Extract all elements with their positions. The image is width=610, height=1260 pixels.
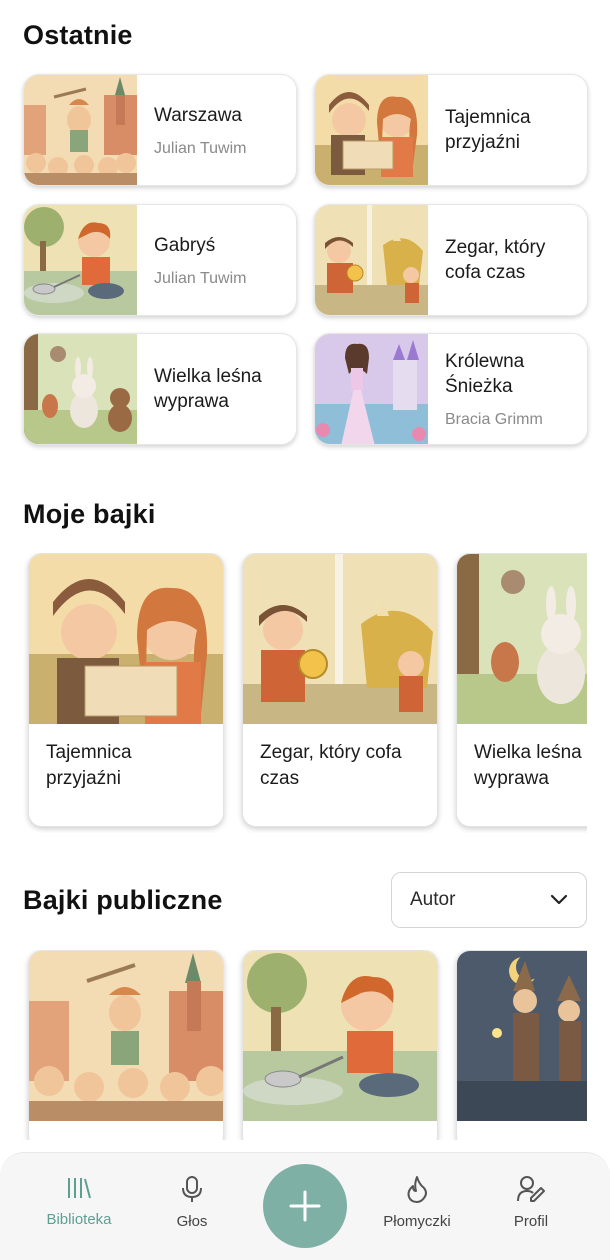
story-title: Zegar, który cofa czas xyxy=(260,742,402,789)
story-title: Warszawa xyxy=(154,104,242,126)
section-title-public: Bajki publiczne xyxy=(23,885,223,915)
my-stories-carousel[interactable]: Tajemnica przyjaźni Zegar, który cofa cz… xyxy=(0,553,587,833)
nav-voice-label: Głos xyxy=(176,1213,208,1230)
recent-card-wielka[interactable]: Wielka leśna wyprawa xyxy=(23,333,297,445)
section-title-recent: Ostatnie xyxy=(23,20,133,50)
cover-image xyxy=(315,75,428,185)
cover-image xyxy=(457,951,587,1121)
story-card-zegar[interactable]: Zegar, który cofa czas xyxy=(242,553,438,827)
profile-icon xyxy=(517,1176,545,1202)
public-stories-carousel[interactable] xyxy=(0,950,587,1140)
story-title: Wielka leśna wyprawa xyxy=(154,366,262,412)
cover-image xyxy=(243,951,437,1121)
author-filter-dropdown[interactable]: Autor xyxy=(391,872,587,928)
story-card-wielka[interactable]: Wielka leśna wyprawa xyxy=(456,553,587,827)
nav-library-label: Biblioteka xyxy=(46,1211,112,1228)
cover-image xyxy=(24,334,137,444)
cover-image xyxy=(24,75,137,185)
flame-icon xyxy=(407,1176,427,1203)
nav-flames[interactable]: Płomyczki xyxy=(367,1175,467,1230)
cover-image xyxy=(24,205,137,315)
story-card-warszawa[interactable] xyxy=(28,950,224,1140)
nav-library[interactable]: Biblioteka xyxy=(29,1175,129,1228)
chevron-down-icon xyxy=(550,894,568,905)
story-title: Tajemnica przyjaźni xyxy=(445,107,531,153)
add-story-button[interactable] xyxy=(263,1164,347,1248)
story-title: Tajemnica przyjaźni xyxy=(46,742,132,789)
library-icon xyxy=(68,1178,91,1199)
cover-image xyxy=(315,334,428,444)
nav-flames-label: Płomyczki xyxy=(383,1213,451,1230)
cover-image xyxy=(29,951,223,1121)
recent-card-tajemnica[interactable]: Tajemnica przyjaźni xyxy=(314,74,588,186)
cover-image xyxy=(315,205,428,315)
story-author: Julian Tuwim xyxy=(154,139,247,157)
story-author: Julian Tuwim xyxy=(154,269,247,287)
story-card-night[interactable] xyxy=(456,950,587,1140)
microphone-icon xyxy=(182,1176,202,1202)
nav-profile[interactable]: Profil xyxy=(481,1175,581,1230)
story-title: Wielka leśna wyprawa xyxy=(474,742,582,789)
story-author: Bracia Grimm xyxy=(445,411,543,428)
story-card-tajemnica[interactable]: Tajemnica przyjaźni xyxy=(28,553,224,827)
nav-voice[interactable]: Głos xyxy=(142,1175,242,1230)
cover-image xyxy=(243,554,437,724)
story-card-gabrys[interactable] xyxy=(242,950,438,1140)
recent-card-krolewna[interactable]: Królewna Śnieżka Bracia Grimm xyxy=(314,333,588,445)
nav-profile-label: Profil xyxy=(513,1213,549,1230)
cover-image xyxy=(457,554,587,724)
dropdown-value: Autor xyxy=(410,889,456,910)
story-title: Zegar, który cofa czas xyxy=(445,237,546,283)
story-title: Królewna Śnieżka xyxy=(445,351,525,397)
recent-card-warszawa[interactable]: Warszawa Julian Tuwim xyxy=(23,74,297,186)
recent-card-gabrys[interactable]: Gabryś Julian Tuwim xyxy=(23,204,297,316)
section-title-my-stories: Moje bajki xyxy=(23,499,156,529)
story-title: Gabryś xyxy=(154,234,216,256)
cover-image xyxy=(29,554,223,724)
plus-icon xyxy=(289,1190,321,1222)
recent-card-zegar[interactable]: Zegar, który cofa czas xyxy=(314,204,588,316)
